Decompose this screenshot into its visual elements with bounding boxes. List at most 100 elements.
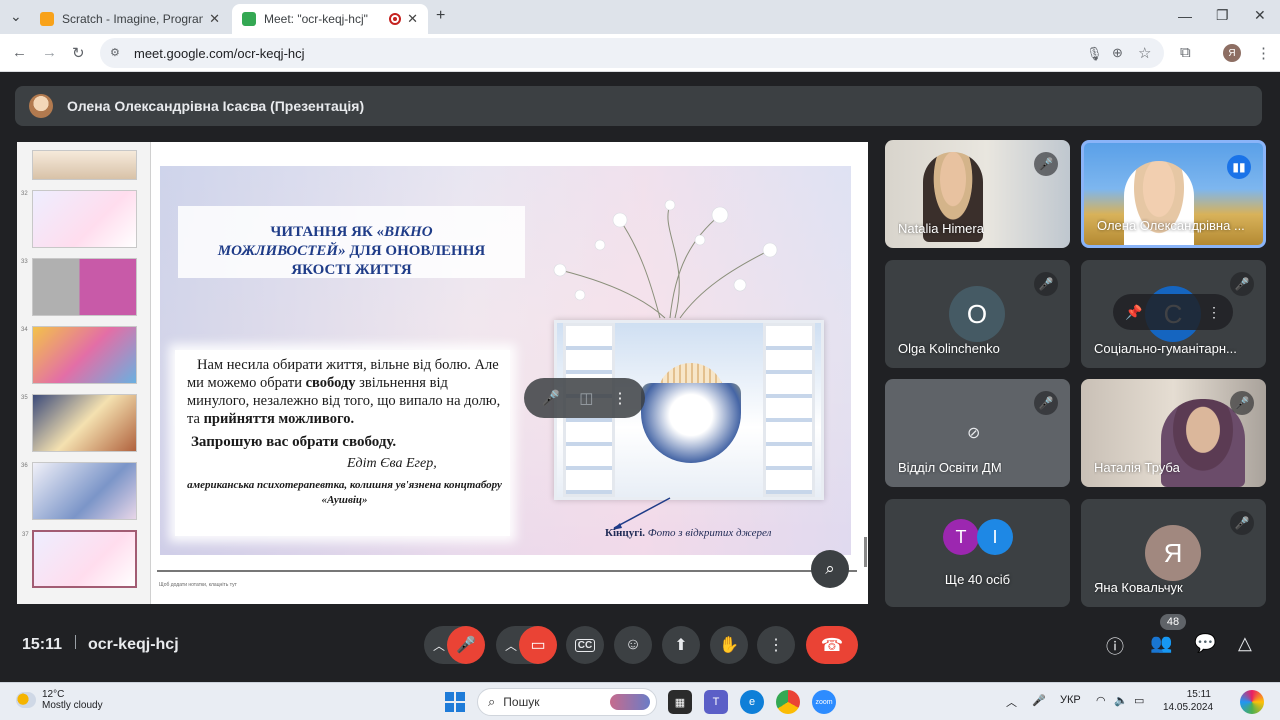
vertical-scrollbar[interactable] <box>864 537 867 567</box>
teams-icon[interactable]: T <box>704 690 728 714</box>
close-tab-icon[interactable]: ✕ <box>407 11 418 27</box>
meeting-code: ocr-keqj-hcj <box>87 636 179 653</box>
mic-toggle-button[interactable]: 🎤 <box>447 626 485 664</box>
close-tab-icon[interactable]: ✕ <box>209 11 220 27</box>
people-icon[interactable]: 👥 <box>1150 633 1172 654</box>
wifi-icon[interactable]: ◠ <box>1096 694 1106 707</box>
more-vert-icon: ⋮ <box>768 637 784 654</box>
more-options-button[interactable]: ⋮ <box>757 626 795 664</box>
slide-thumbnail[interactable]: 34 <box>21 326 137 384</box>
participant-tile[interactable]: ⊘ 🎤 Відділ Освіти ДМ <box>885 379 1070 487</box>
muted-mic-icon: 🎤 <box>1034 152 1058 176</box>
title-part: МОЖЛИВОСТЕЙ» <box>217 243 346 259</box>
system-clock[interactable]: 15:11 14.05.2024 <box>1163 688 1213 714</box>
leave-call-button[interactable]: ☎ <box>806 626 858 664</box>
slide-thumbnail[interactable]: 32 <box>21 190 137 248</box>
edge-icon[interactable]: e <box>740 690 764 714</box>
back-icon[interactable]: ← <box>12 44 27 61</box>
weather-icon <box>16 692 36 708</box>
bookmark-star-icon[interactable]: ☆ <box>1138 44 1151 62</box>
avatar-initial: Я <box>1163 537 1183 568</box>
language-indicator[interactable]: УКР <box>1060 694 1081 706</box>
activities-icon[interactable]: △ <box>1238 633 1252 654</box>
windows-start-icon[interactable] <box>445 692 465 712</box>
participant-video <box>1124 161 1194 245</box>
present-screen-icon: ⬆ <box>674 637 688 654</box>
notes-divider[interactable] <box>157 570 857 572</box>
url-text: meet.google.com/ocr-keqj-hcj <box>134 45 305 61</box>
thumb-number: 37 <box>22 532 29 538</box>
search-highlight-icon <box>610 694 650 710</box>
mute-icon[interactable]: 🎤 <box>542 389 561 407</box>
meet-favicon-icon <box>242 12 256 26</box>
new-tab-icon[interactable]: + <box>436 7 445 25</box>
more-options-icon[interactable]: ⋮ <box>612 389 627 407</box>
tile-more-icon[interactable]: ⋮ <box>1207 304 1221 321</box>
presenter-name: Олена Олександрівна Ісаєва (Презентація) <box>67 98 365 114</box>
participant-tile-speaking[interactable]: ▮▮ Олена Олександрівна ... <box>1081 140 1266 248</box>
weather-widget[interactable]: 12°C Mostly cloudy <box>16 689 103 711</box>
search-placeholder: Пошук <box>503 695 540 709</box>
volume-icon[interactable]: 🔈 <box>1114 694 1128 707</box>
raise-hand-button[interactable]: ✋ <box>710 626 748 664</box>
browser-menu-icon[interactable]: ⋮ <box>1256 44 1271 62</box>
notes-placeholder[interactable]: Щоб додати нотатки, клацніть тут <box>159 582 237 588</box>
tab-scratch[interactable]: Scratch - Imagine, Program, Sha ✕ <box>30 4 230 34</box>
meeting-details-icon[interactable]: ⓘ <box>1106 633 1124 659</box>
participant-tile[interactable]: 🎤 Наталія Труба <box>1081 379 1266 487</box>
chat-icon[interactable]: 💬 <box>1194 633 1216 654</box>
thumb-number: 33 <box>21 259 28 265</box>
slide-thumbnail[interactable] <box>32 150 137 180</box>
forward-icon[interactable]: → <box>42 44 57 61</box>
more-participants-tile[interactable]: T I Ще 40 осіб <box>885 499 1070 607</box>
site-info-icon[interactable]: ⚙ <box>110 46 124 60</box>
minimize-icon[interactable]: — <box>1178 8 1192 24</box>
extensions-icon[interactable]: ⧉ <box>1180 44 1191 61</box>
captions-button[interactable]: CC <box>566 626 604 664</box>
profile-avatar[interactable]: Я <box>1223 44 1241 62</box>
slide-thumbnail[interactable]: 33 <box>21 258 137 316</box>
slide-thumbnail-selected[interactable]: 37 <box>22 530 137 588</box>
hand-icon: ✋ <box>719 637 739 654</box>
phone-hangup-icon: ☎ <box>820 634 844 655</box>
task-view-icon[interactable]: ▦ <box>668 690 692 714</box>
quote-bold: прийняття можливого. <box>203 411 355 427</box>
present-button[interactable]: ⬆ <box>662 626 700 664</box>
slide-thumbnail[interactable]: 36 <box>21 462 137 520</box>
zoom-app-icon[interactable]: zoom <box>812 690 836 714</box>
tray-chevron-icon[interactable]: ︿ <box>1006 694 1017 710</box>
taskbar-search[interactable]: ⌕ Пошук <box>477 688 657 716</box>
reload-icon[interactable]: ↻ <box>72 44 85 62</box>
battery-icon[interactable]: ▭ <box>1134 694 1144 707</box>
tab-meet[interactable]: Meet: "ocr-keqj-hcj" ✕ <box>232 4 428 34</box>
camera-off-icon[interactable]: ◫ <box>579 389 593 407</box>
tray-mic-icon[interactable]: 🎤 <box>1032 694 1046 707</box>
participant-tile[interactable]: O 🎤 Olga Kolinchenko <box>885 260 1070 368</box>
zoom-button[interactable]: ⌕ <box>811 550 849 588</box>
slide-thumbnail-panel[interactable]: 32 33 34 35 36 37 <box>17 142 151 604</box>
muted-mic-icon: 🎤 <box>1230 391 1254 415</box>
participant-name: Соціально-гуманітарн... <box>1094 341 1237 356</box>
flowers-illustration <box>553 200 778 319</box>
pin-icon[interactable]: 📌 <box>1125 304 1142 321</box>
image-caption: Кінцугі. Фото з відкритих джерел <box>605 527 771 539</box>
zoom-icon[interactable]: ⊕ <box>1112 45 1123 61</box>
camera-off-icon: ▭ <box>530 637 546 654</box>
tab-search-chevron-icon[interactable]: ⌄ <box>10 8 22 25</box>
divider <box>74 635 76 649</box>
restore-icon[interactable]: ❐ <box>1216 7 1229 24</box>
participant-tile[interactable]: 🎤 Natalia Himera <box>885 140 1070 248</box>
participants-count-badge: 48 <box>1160 614 1186 630</box>
presenter-avatar <box>29 94 53 118</box>
participant-tile[interactable]: Я 🎤 Яна Ковальчук <box>1081 499 1266 607</box>
slide-thumbnail[interactable]: 35 <box>21 394 137 452</box>
reactions-button[interactable]: ☺ <box>614 626 652 664</box>
chrome-icon[interactable] <box>776 690 800 714</box>
title-part: ЧИТАННЯ ЯК « <box>270 224 385 240</box>
address-bar[interactable]: ⚙ meet.google.com/ocr-keqj-hcj 🎙 ⊕ ☆ <box>100 38 1164 68</box>
camera-toggle-button[interactable]: ▭ <box>519 626 557 664</box>
window-close-icon[interactable]: ✕ <box>1254 7 1266 24</box>
microphone-icon[interactable]: 🎙 <box>1086 46 1103 62</box>
copilot-icon[interactable] <box>1240 690 1264 714</box>
participant-tile[interactable]: С 📌 ⋮ 🎤 Соціально-гуманітарн... <box>1081 260 1266 368</box>
